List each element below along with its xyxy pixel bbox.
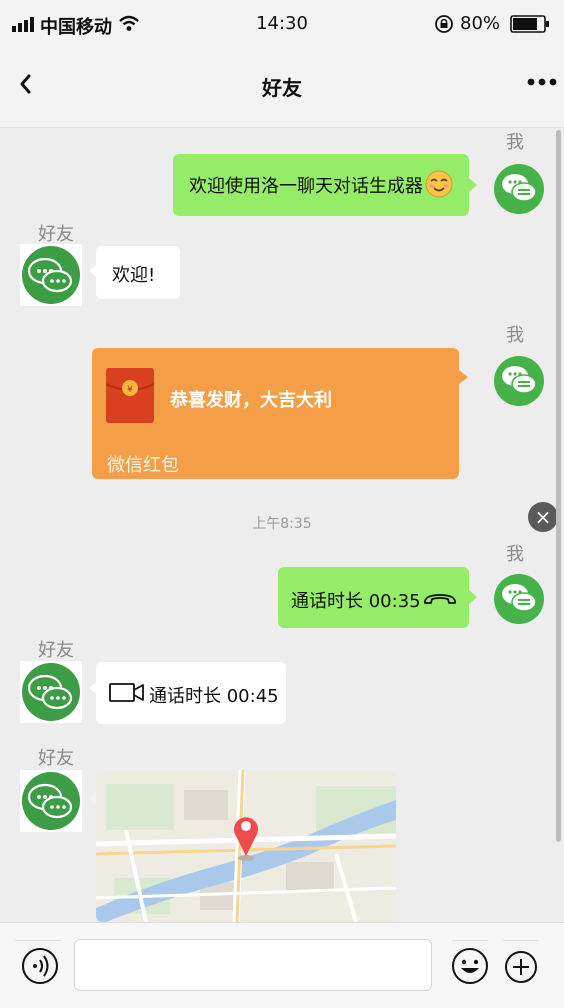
bubble-tail: [469, 590, 477, 604]
divider: [452, 940, 488, 942]
my-avatar[interactable]: [488, 568, 550, 630]
bubble-tail: [469, 178, 477, 192]
wechat-logo-icon: [494, 574, 544, 624]
red-packet-greeting: 恭喜发财，大吉大利: [170, 390, 332, 411]
call-duration: 通话时长 00:45: [149, 686, 279, 707]
message-input[interactable]: [74, 939, 432, 991]
scrollbar[interactable]: [556, 130, 561, 842]
timestamp: 上午8:35: [252, 516, 312, 532]
voice-icon[interactable]: [21, 947, 59, 985]
message-bubble-2[interactable]: 欢迎!: [96, 246, 180, 299]
sender-name: 我: [506, 325, 524, 346]
message-text: 欢迎!: [112, 265, 156, 286]
rotation-lock-icon: [435, 15, 453, 33]
my-avatar[interactable]: [488, 158, 550, 220]
divider: [503, 940, 539, 942]
wechat-logo-icon: [494, 356, 544, 406]
red-packet-icon: ¥: [105, 368, 155, 423]
wechat-logo-icon: [494, 164, 544, 214]
call-duration: 通话时长 00:35: [291, 591, 421, 612]
battery-percent: 80%: [460, 13, 501, 34]
more-icon[interactable]: [526, 74, 558, 90]
red-packet-footer: 微信红包: [107, 455, 179, 476]
plus-icon[interactable]: [503, 949, 541, 987]
friend-avatar[interactable]: [20, 770, 82, 832]
sender-name: 我: [506, 132, 524, 153]
status-bar: 中国移动 14:30 80%: [0, 0, 564, 46]
svg-text:¥: ¥: [127, 385, 133, 395]
sender-name: 好友: [38, 640, 74, 661]
sender-name: 我: [506, 544, 524, 565]
red-packet-icon: ¥: [105, 368, 155, 423]
page-title: 好友: [262, 76, 302, 100]
my-avatar[interactable]: [488, 350, 550, 412]
nav-bar: 好友: [0, 46, 564, 128]
red-packet-message[interactable]: ¥ 恭喜发财，大吉大利 微信红包: [92, 348, 459, 479]
emoji-icon[interactable]: [451, 947, 489, 985]
close-button[interactable]: ×: [528, 502, 558, 532]
chat-area[interactable]: 我 欢迎使用洛一聊天对话生成器 好友 欢迎! 我 ¥ 恭喜发财，大吉大利 微信红…: [0, 128, 564, 922]
message-bubble-1[interactable]: 欢迎使用洛一聊天对话生成器: [173, 154, 469, 216]
divider: [15, 940, 61, 942]
wechat-logo-icon: [20, 661, 82, 723]
wechat-logo-icon: [20, 770, 82, 832]
friend-avatar[interactable]: [20, 661, 82, 723]
smiling-face-icon: [425, 170, 453, 198]
sender-name: 好友: [38, 748, 74, 769]
location-message[interactable]: [96, 770, 396, 922]
map-thumbnail: [96, 770, 396, 922]
video-call-message[interactable]: 通话时长 00:45: [96, 662, 286, 724]
message-text: 欢迎使用洛一聊天对话生成器: [189, 176, 423, 197]
input-bar: [0, 922, 564, 1008]
friend-avatar[interactable]: [20, 244, 82, 306]
call-message[interactable]: 通话时长 00:35: [278, 567, 469, 628]
bubble-tail: [459, 370, 468, 384]
wechat-logo-icon: [20, 244, 82, 306]
battery-icon: [510, 15, 549, 33]
sender-name: 好友: [38, 224, 74, 245]
video-camera-icon: [109, 683, 144, 702]
hangup-phone-icon: [424, 594, 456, 604]
